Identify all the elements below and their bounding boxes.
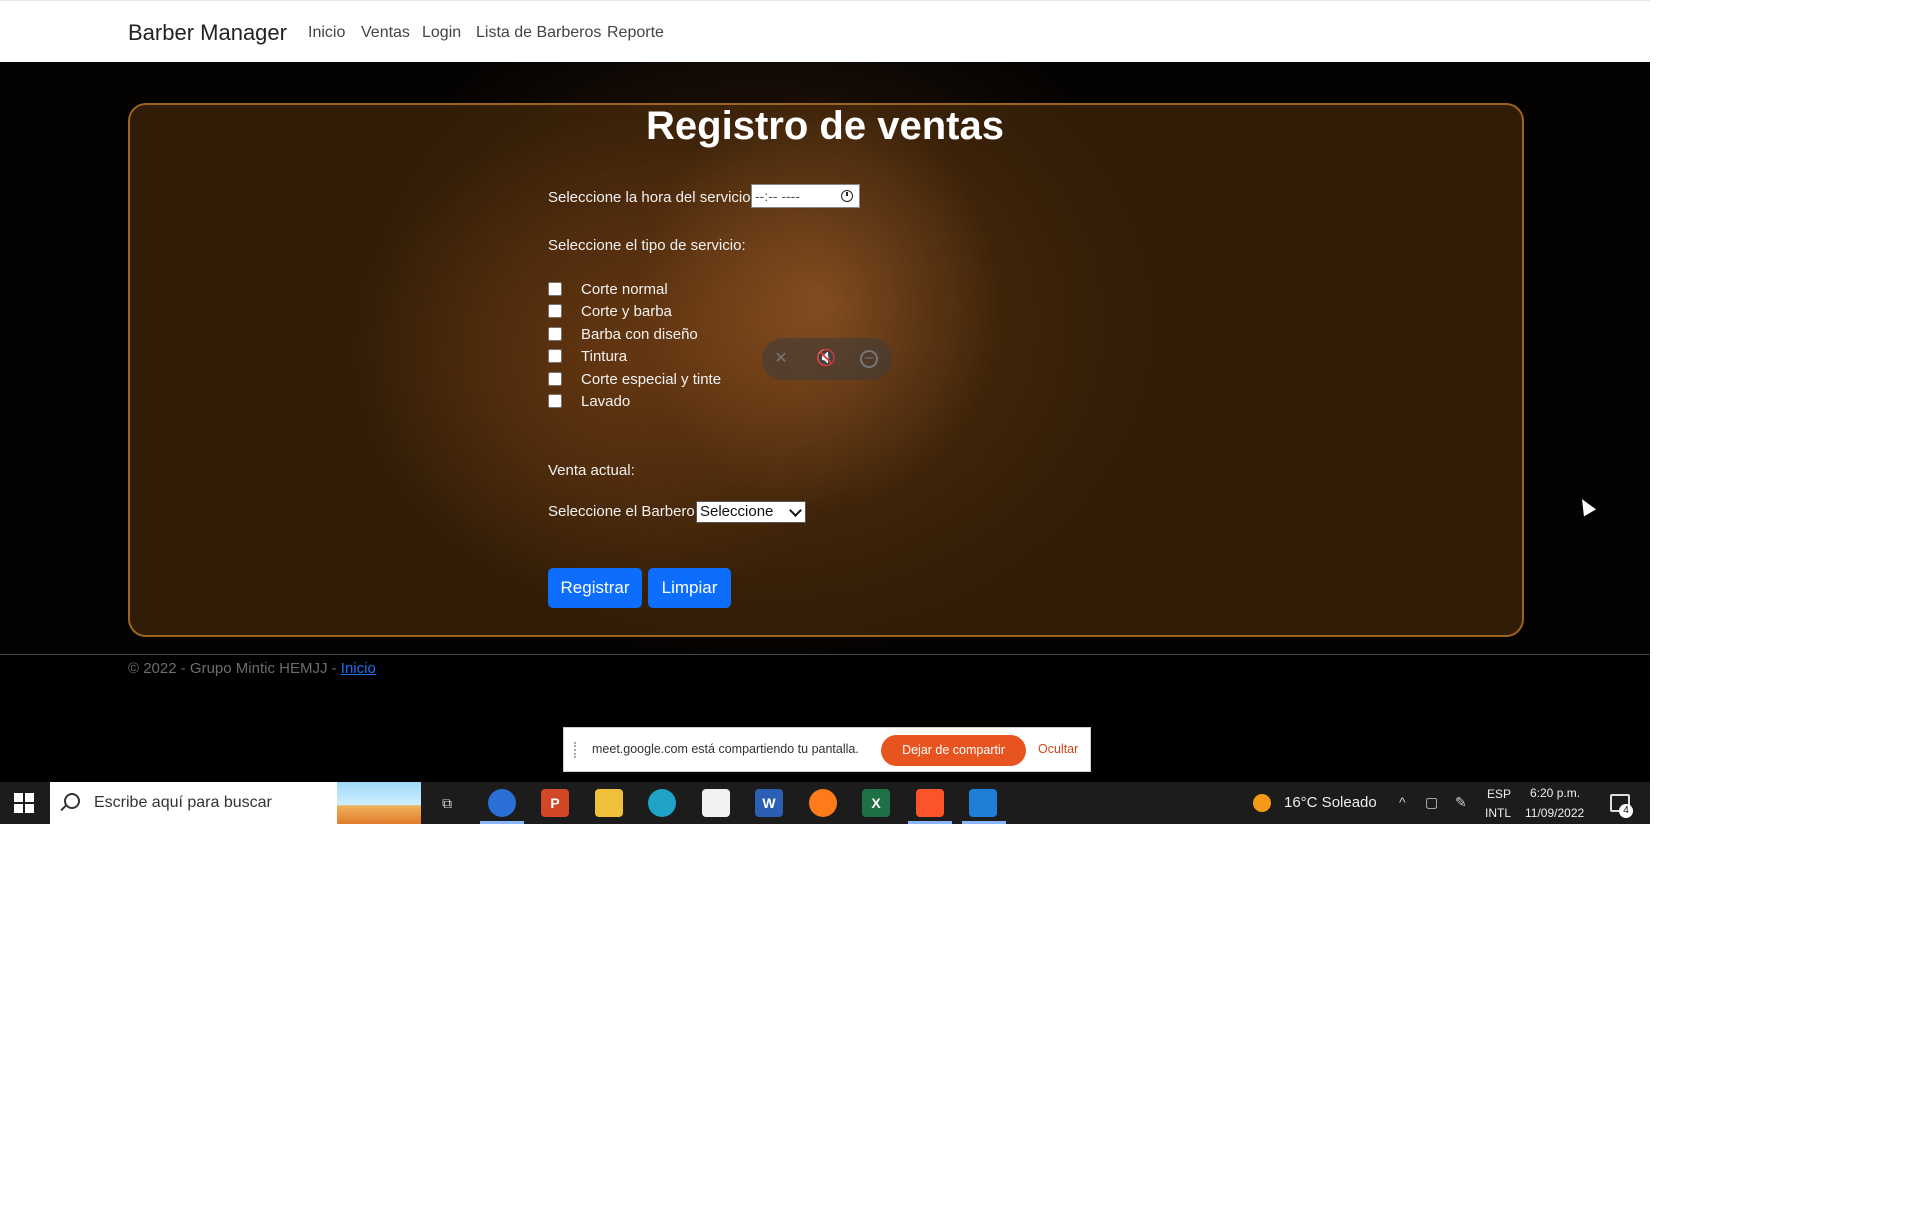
excel-icon[interactable]: X — [862, 789, 890, 817]
nav-link-ventas[interactable]: Ventas — [361, 24, 410, 42]
active-app-indicator — [908, 821, 952, 824]
time-input[interactable]: --:-- ---- — [751, 184, 860, 208]
windows-start-icon[interactable] — [14, 793, 34, 813]
screen: Barber Manager Inicio Ventas Login Lista… — [0, 0, 1650, 824]
pen-icon[interactable]: ✎ — [1455, 794, 1467, 811]
active-app-indicator — [480, 821, 524, 824]
taskbar: Escribe aquí para buscar ⧉ P W X 16°C So… — [0, 782, 1650, 824]
checkbox-tintura[interactable] — [548, 349, 562, 363]
brand-link[interactable]: Barber Manager — [128, 20, 287, 46]
pin-off-icon[interactable]: ✕ — [772, 350, 790, 368]
minimize-icon[interactable]: – — [860, 350, 878, 368]
brave-icon[interactable] — [916, 789, 944, 817]
notification-badge: 4 — [1619, 804, 1633, 818]
edge-icon[interactable] — [648, 789, 676, 817]
time-label: Seleccione la hora del servicio — [548, 189, 751, 206]
file-explorer-icon[interactable] — [595, 789, 623, 817]
current-sale-label: Venta actual: — [548, 462, 635, 479]
mute-icon[interactable]: 🔇 — [816, 350, 836, 368]
meet-floating-toolbar: ✕ 🔇 – — [762, 338, 892, 380]
chevron-up-icon[interactable]: ^ — [1399, 794, 1406, 810]
footer-copyright: © 2022 - Grupo Mintic HEMJJ - — [128, 660, 341, 677]
footer-text: © 2022 - Grupo Mintic HEMJJ - Inicio — [128, 660, 376, 677]
powerpoint-icon[interactable]: P — [541, 789, 569, 817]
search-placeholder: Escribe aquí para buscar — [94, 794, 272, 811]
word-icon[interactable]: W — [755, 789, 783, 817]
share-message: meet.google.com está compartiendo tu pan… — [592, 742, 859, 756]
nav-link-inicio[interactable]: Inicio — [308, 24, 345, 42]
time-input-value: --:-- ---- — [755, 188, 801, 204]
stop-sharing-button[interactable]: Dejar de compartir — [881, 735, 1026, 766]
language-code[interactable]: ESP — [1487, 787, 1511, 801]
footer-link-inicio[interactable]: Inicio — [341, 660, 376, 677]
taskbar-search[interactable]: Escribe aquí para buscar — [50, 782, 421, 824]
barber-select-value: Seleccione — [700, 503, 774, 520]
meet-tray-icon[interactable]: ▢ — [1425, 794, 1438, 811]
vscode-icon[interactable] — [969, 789, 997, 817]
barber-label: Seleccione el Barbero — [548, 503, 695, 520]
clock-time[interactable]: 6:20 p.m. — [1530, 786, 1580, 800]
page-title: Registro de ventas — [646, 104, 1004, 148]
search-highlight-image — [337, 782, 421, 824]
service-type-label: Seleccione el tipo de servicio: — [548, 237, 746, 254]
chevron-down-icon — [789, 504, 802, 517]
checkbox-corte-normal[interactable] — [548, 282, 562, 296]
task-view-icon[interactable]: ⧉ — [433, 789, 461, 817]
sun-icon[interactable] — [1253, 794, 1271, 812]
weather-text[interactable]: 16°C Soleado — [1284, 794, 1377, 811]
service-label-corte-especial-tinte: Corte especial y tinte — [581, 371, 722, 388]
navbar: Barber Manager Inicio Ventas Login Lista… — [0, 0, 1650, 62]
firefox-icon[interactable] — [809, 789, 837, 817]
nav-link-lista-barberos[interactable]: Lista de Barberos — [476, 24, 601, 42]
active-app-indicator — [962, 821, 1006, 824]
service-label-corte-barba: Corte y barba — [581, 303, 672, 320]
checkbox-lavado[interactable] — [548, 394, 562, 408]
microsoft-store-icon[interactable] — [702, 789, 730, 817]
nav-link-login[interactable]: Login — [422, 24, 461, 42]
checkbox-corte-barba[interactable] — [548, 304, 562, 318]
nav-link-reporte[interactable]: Reporte — [607, 24, 664, 42]
service-label-lavado: Lavado — [581, 393, 631, 410]
service-label-tintura: Tintura — [581, 348, 628, 365]
clock-date[interactable]: 11/09/2022 — [1525, 806, 1584, 820]
search-icon — [64, 793, 80, 809]
firefox-dev-icon[interactable] — [488, 789, 516, 817]
screen-share-bar: meet.google.com está compartiendo tu pan… — [563, 727, 1091, 772]
keyboard-layout[interactable]: INTL — [1485, 806, 1511, 820]
clock-icon[interactable] — [841, 190, 853, 202]
service-label-barba-diseno: Barba con diseño — [581, 326, 698, 343]
drag-handle-icon[interactable] — [574, 742, 582, 758]
hide-button[interactable]: Ocultar — [1038, 742, 1078, 756]
checkbox-corte-especial-tinte[interactable] — [548, 372, 562, 386]
clear-button[interactable]: Limpiar — [648, 568, 731, 608]
service-label-corte-normal: Corte normal — [581, 281, 668, 298]
checkbox-barba-diseno[interactable] — [548, 327, 562, 341]
barber-select[interactable]: Seleccione — [696, 501, 806, 523]
register-button[interactable]: Registrar — [548, 568, 642, 608]
